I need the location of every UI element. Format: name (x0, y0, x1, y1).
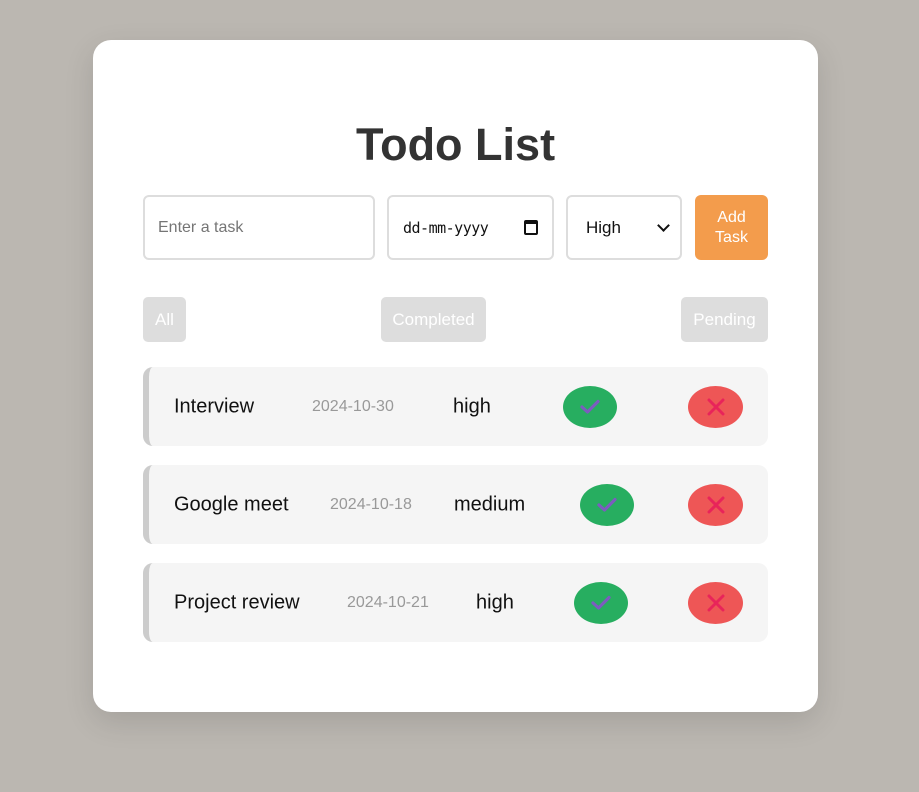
complete-button[interactable] (574, 581, 628, 624)
task-item: Interview 2024-10-30 high (143, 367, 768, 446)
task-item: Project review 2024-10-21 high (143, 563, 768, 642)
task-priority: high (453, 395, 491, 417)
check-icon (597, 497, 617, 513)
priority-select[interactable]: High (566, 195, 682, 260)
date-placeholder: dd-mm-yyyy (403, 218, 489, 237)
task-name: Interview (174, 395, 255, 417)
calendar-icon[interactable] (524, 220, 538, 235)
task-input[interactable] (143, 195, 375, 260)
todo-card: Todo List dd-mm-yyyy High Add Task All C… (93, 40, 818, 712)
delete-button[interactable] (688, 483, 743, 526)
delete-button[interactable] (688, 581, 743, 624)
page-title: Todo List (355, 119, 556, 170)
complete-button[interactable] (563, 385, 617, 428)
check-icon (591, 595, 611, 611)
task-priority: high (476, 591, 514, 613)
date-input[interactable]: dd-mm-yyyy (387, 195, 554, 260)
priority-selected-value: High (586, 217, 621, 237)
close-icon (707, 496, 725, 514)
task-item: Google meet 2024-10-18 medium (143, 465, 768, 544)
task-date: 2024-10-21 (347, 593, 429, 611)
task-priority: medium (454, 493, 526, 515)
task-date: 2024-10-18 (330, 495, 412, 513)
close-icon (707, 398, 725, 416)
check-icon (580, 399, 600, 415)
filter-completed-button[interactable]: Completed (381, 297, 486, 342)
filter-pending-button[interactable]: Pending (681, 297, 768, 342)
add-task-button[interactable]: Add Task (695, 195, 768, 260)
delete-button[interactable] (688, 385, 743, 428)
chevron-down-icon (657, 218, 670, 232)
close-icon (707, 594, 725, 612)
complete-button[interactable] (580, 483, 634, 526)
filter-all-button[interactable]: All (143, 297, 186, 342)
task-name: Project review (174, 591, 300, 613)
task-name: Google meet (174, 493, 289, 515)
task-date: 2024-10-30 (312, 397, 394, 415)
